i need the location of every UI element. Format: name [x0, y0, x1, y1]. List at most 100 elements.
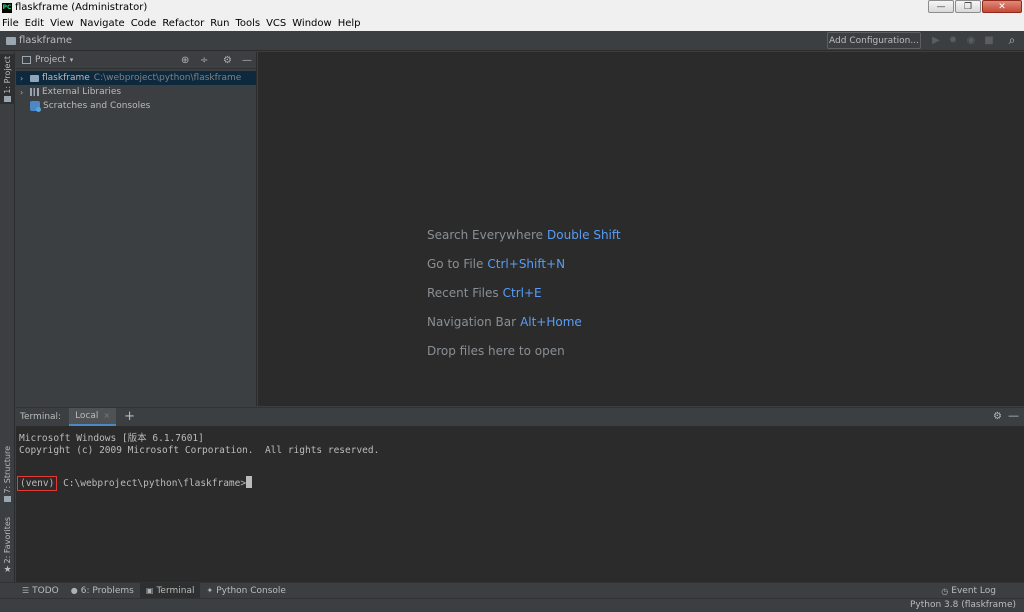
- terminal-prompt-line: (venv) C:\webproject\python\flaskframe>: [17, 476, 1021, 491]
- hint-go-to-file: Go to File Ctrl+Shift+N: [427, 257, 565, 271]
- hint-text: Navigation Bar: [427, 315, 517, 329]
- menu-run[interactable]: Run: [210, 18, 229, 29]
- gear-icon[interactable]: ⚙: [223, 55, 232, 66]
- project-panel-header: Project ▾ ⊕ ÷ ⚙ —: [16, 52, 256, 69]
- tree-item-label: Scratches and Consoles: [43, 101, 151, 111]
- project-view-selector[interactable]: Project: [35, 55, 66, 65]
- terminal-icon: ▣: [145, 586, 154, 595]
- structure-tab-label: 7: Structure: [3, 445, 12, 494]
- tree-item-external-libraries[interactable]: › External Libraries: [16, 85, 256, 99]
- minimize-button[interactable]: —: [928, 0, 954, 13]
- folder-icon: [30, 74, 39, 82]
- gear-icon[interactable]: ⚙: [993, 411, 1002, 422]
- project-panel: Project ▾ ⊕ ÷ ⚙ — › flaskframe C:\webpro…: [16, 52, 257, 406]
- tab-structure[interactable]: 7: Structure: [0, 445, 15, 503]
- window-controls: — ❐ ✕: [927, 0, 1022, 13]
- terminal-tab[interactable]: ▣ Terminal: [139, 582, 201, 599]
- hint-text: Recent Files: [427, 286, 499, 300]
- menu-window[interactable]: Window: [292, 18, 331, 29]
- hint-navigation-bar: Navigation Bar Alt+Home: [427, 315, 582, 329]
- python-interpreter-selector[interactable]: Python 3.8 (flaskframe): [910, 600, 1016, 610]
- left-tool-stripe: 1: Project 7: Structure 2: Favorites ★: [0, 52, 15, 582]
- project-view-icon: [22, 56, 31, 64]
- close-tab-icon[interactable]: ×: [103, 411, 110, 420]
- todo-tab-label: TODO: [32, 585, 59, 596]
- chevron-right-icon[interactable]: ›: [20, 74, 30, 83]
- terminal-tab-label: Local: [75, 410, 99, 421]
- breadcrumb-project[interactable]: flaskframe: [19, 35, 72, 46]
- todo-tab[interactable]: ☰ TODO: [16, 583, 65, 599]
- menu-view[interactable]: View: [50, 18, 74, 29]
- debug-icon[interactable]: ✹: [947, 34, 959, 46]
- terminal-header: Terminal: Local × + ⚙ —: [16, 407, 1024, 426]
- tree-item-path: C:\webproject\python\flaskframe: [93, 73, 242, 83]
- collapse-all-icon[interactable]: ÷: [200, 55, 208, 66]
- star-icon: ★: [3, 565, 12, 576]
- tree-item-scratches[interactable]: Scratches and Consoles: [16, 99, 256, 113]
- stop-icon[interactable]: ■: [983, 34, 995, 46]
- event-log-icon: ◷: [941, 586, 949, 596]
- hint-drop-files: Drop files here to open: [427, 344, 565, 358]
- hint-shortcut: Ctrl+E: [502, 286, 542, 300]
- project-tab-label: 1: Project: [3, 55, 12, 94]
- terminal-output[interactable]: Microsoft Windows [版本 6.1.7601] Copyrigh…: [16, 426, 1024, 582]
- hide-panel-icon[interactable]: —: [242, 55, 252, 66]
- locate-icon[interactable]: ⊕: [181, 55, 189, 66]
- python-console-tab[interactable]: ✦ Python Console: [200, 583, 292, 599]
- maximize-button[interactable]: ❐: [955, 0, 981, 13]
- hint-shortcut: Double Shift: [547, 228, 621, 242]
- window-title: flaskframe (Administrator): [15, 2, 148, 13]
- tab-favorites[interactable]: 2: Favorites ★: [0, 514, 15, 578]
- library-icon: [30, 88, 39, 96]
- scratches-icon: [30, 101, 41, 112]
- menu-file[interactable]: File: [2, 18, 19, 29]
- hint-shortcut: Ctrl+Shift+N: [487, 257, 566, 271]
- tree-item-label: External Libraries: [42, 87, 122, 97]
- folder-icon: [6, 36, 16, 45]
- menu-tools[interactable]: Tools: [235, 18, 260, 29]
- new-terminal-tab-button[interactable]: +: [124, 409, 135, 424]
- terminal-line: Microsoft Windows [版本 6.1.7601]: [19, 433, 204, 444]
- editor-empty-area[interactable]: Search Everywhere Double Shift Go to File…: [258, 52, 1024, 406]
- menu-navigate[interactable]: Navigate: [80, 18, 125, 29]
- structure-icon: [4, 496, 11, 503]
- favorites-tab-label: 2: Favorites: [3, 516, 12, 564]
- tab-local-terminal[interactable]: Local ×: [69, 407, 117, 426]
- folder-icon: [4, 96, 11, 103]
- event-log-label: Event Log: [951, 586, 996, 596]
- venv-indicator: (venv): [17, 476, 58, 491]
- search-icon[interactable]: ⌕: [1006, 33, 1018, 47]
- python-console-tab-label: Python Console: [216, 585, 286, 596]
- menu-edit[interactable]: Edit: [25, 18, 44, 29]
- chevron-down-icon[interactable]: ▾: [70, 56, 74, 64]
- tool-window-bar: ☰ TODO ● 6: Problems ▣ Terminal ✦ Python…: [0, 582, 1024, 599]
- pycharm-app-icon: PC: [2, 2, 12, 13]
- hint-text: Drop files here to open: [427, 344, 565, 358]
- tree-item-label: flaskframe: [42, 73, 90, 83]
- menu-vcs[interactable]: VCS: [266, 18, 286, 29]
- hide-panel-icon[interactable]: —: [1008, 409, 1019, 422]
- run-icon[interactable]: ▶: [930, 34, 942, 46]
- hint-search-everywhere: Search Everywhere Double Shift: [427, 228, 621, 242]
- close-button[interactable]: ✕: [982, 0, 1022, 13]
- problems-icon: ●: [70, 586, 78, 595]
- menu-refactor[interactable]: Refactor: [162, 18, 204, 29]
- chevron-right-icon[interactable]: ›: [20, 88, 30, 97]
- add-configuration-button[interactable]: Add Configuration...: [827, 32, 921, 49]
- tab-project[interactable]: 1: Project: [0, 54, 15, 104]
- menu-help[interactable]: Help: [338, 18, 361, 29]
- problems-tab-label: 6: Problems: [80, 585, 134, 596]
- menu-bar: File Edit View Navigate Code Refactor Ru…: [0, 15, 1024, 31]
- status-bar: Python 3.8 (flaskframe): [0, 598, 1024, 612]
- title-bar: PC flaskframe (Administrator) — ❐ ✕: [0, 0, 1024, 15]
- tree-item-flaskframe[interactable]: › flaskframe C:\webproject\python\flaskf…: [16, 71, 256, 85]
- terminal-line: Copyright (c) 2009 Microsoft Corporation…: [19, 445, 380, 456]
- hint-shortcut: Alt+Home: [520, 315, 582, 329]
- problems-tab[interactable]: ● 6: Problems: [65, 583, 140, 599]
- event-log-tab[interactable]: ◷ Event Log: [935, 583, 1002, 599]
- hint-text: Search Everywhere: [427, 228, 543, 242]
- terminal-prompt: C:\webproject\python\flaskframe>: [63, 478, 247, 489]
- coverage-icon[interactable]: ◉: [965, 34, 977, 46]
- menu-code[interactable]: Code: [131, 18, 157, 29]
